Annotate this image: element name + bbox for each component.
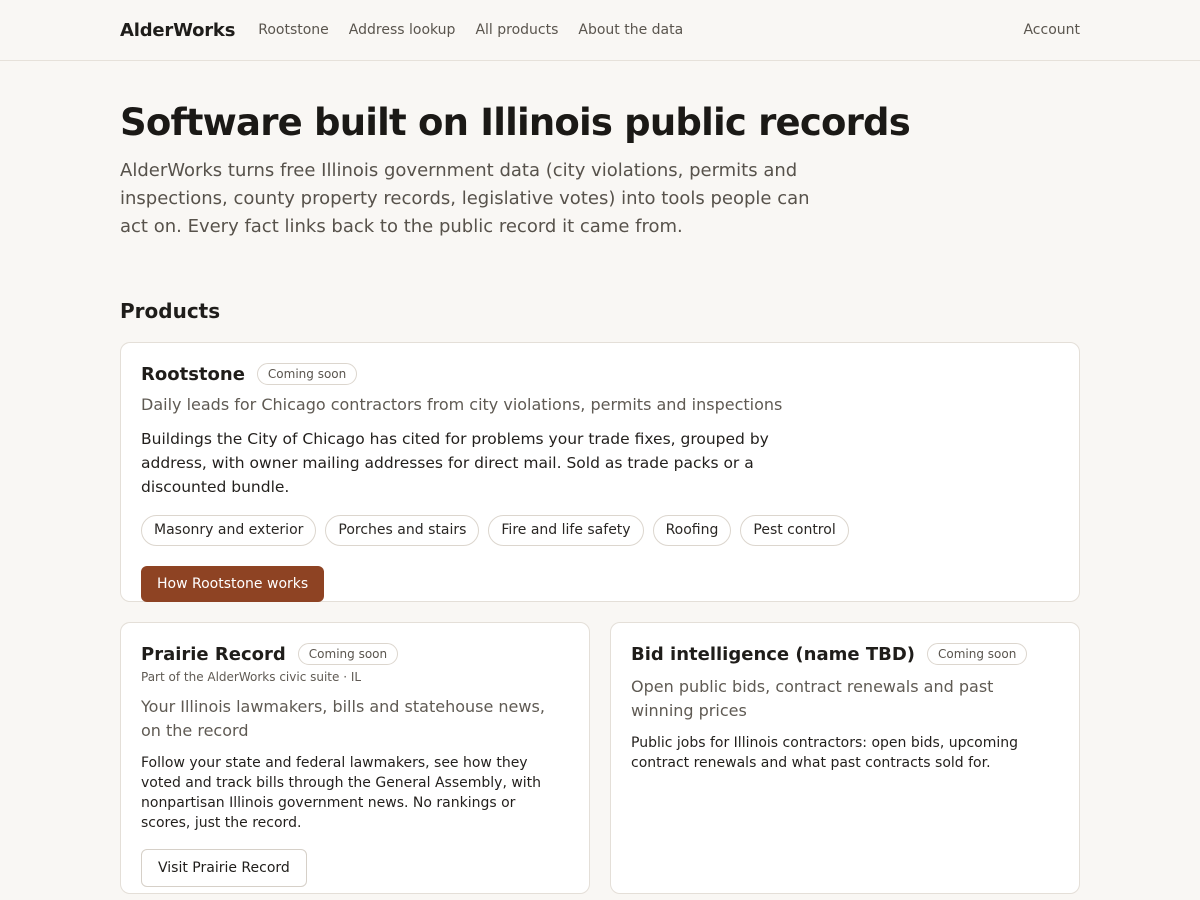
intro-text: AlderWorks turns free Illinois governmen… [120,160,810,237]
products-heading: Products [120,299,221,323]
product-cards-row: Prairie Record Coming soon Part of the A… [120,622,1080,894]
nav-link-address-lookup[interactable]: Address lookup [349,22,456,38]
bid-intelligence-card-header: Bid intelligence (name TBD) Coming soon [631,643,1059,665]
visit-prairie-record-button[interactable]: Visit Prairie Record [141,849,307,887]
bid-intelligence-status-badge: Coming soon [926,643,1028,665]
brand-logo[interactable]: AlderWorks [120,20,235,41]
bid-intelligence-tagline: Open public bids, contract renewals and … [631,677,994,720]
rootstone-tagline: Daily leads for Chicago contractors from… [141,395,783,414]
trade-pack-chips: Masonry and exterior Porches and stairs … [141,515,1059,546]
prairie-record-description: Follow your state and federal lawmakers,… [141,755,542,831]
bid-intelligence-title: Bid intelligence (name TBD) [631,643,915,665]
main-nav: Rootstone Address lookup All products Ab… [258,22,683,38]
chip-porches-and-stairs[interactable]: Porches and stairs [325,515,480,546]
prairie-record-card: Prairie Record Coming soon Part of the A… [120,622,590,894]
rootstone-status-badge: Coming soon [256,363,358,385]
rootstone-description: Buildings the City of Chicago has cited … [141,430,769,496]
chip-masonry-and-exterior[interactable]: Masonry and exterior [141,515,317,546]
prairie-record-suite-note: Part of the AlderWorks civic suite · IL [141,670,362,684]
prairie-record-tagline: Your Illinois lawmakers, bills and state… [141,697,545,740]
rootstone-card-header: Rootstone Coming soon [141,363,1059,385]
bid-intelligence-card: Bid intelligence (name TBD) Coming soon … [610,622,1080,894]
chip-fire-and-life-safety[interactable]: Fire and life safety [488,515,644,546]
rootstone-title: Rootstone [141,363,245,385]
nav-link-all-products[interactable]: All products [475,22,558,38]
nav-link-about-the-data[interactable]: About the data [578,22,683,38]
account-link[interactable]: Account [1023,22,1080,38]
chip-pest-control[interactable]: Pest control [740,515,849,546]
nav-link-rootstone[interactable]: Rootstone [258,22,329,38]
how-rootstone-works-button[interactable]: How Rootstone works [141,566,325,602]
bid-intelligence-description: Public jobs for Illinois contractors: op… [631,735,1019,771]
page-title: Software built on Illinois public record… [120,101,911,144]
prairie-record-card-header: Prairie Record Coming soon [141,643,569,665]
prairie-record-title: Prairie Record [141,643,286,665]
chip-roofing[interactable]: Roofing [652,515,732,546]
prairie-record-status-badge: Coming soon [297,643,399,665]
main-content: Software built on Illinois public record… [0,99,1200,894]
rootstone-card: Rootstone Coming soon Daily leads for Ch… [120,342,1080,602]
top-nav-bar: AlderWorks Rootstone Address lookup All … [0,0,1200,61]
